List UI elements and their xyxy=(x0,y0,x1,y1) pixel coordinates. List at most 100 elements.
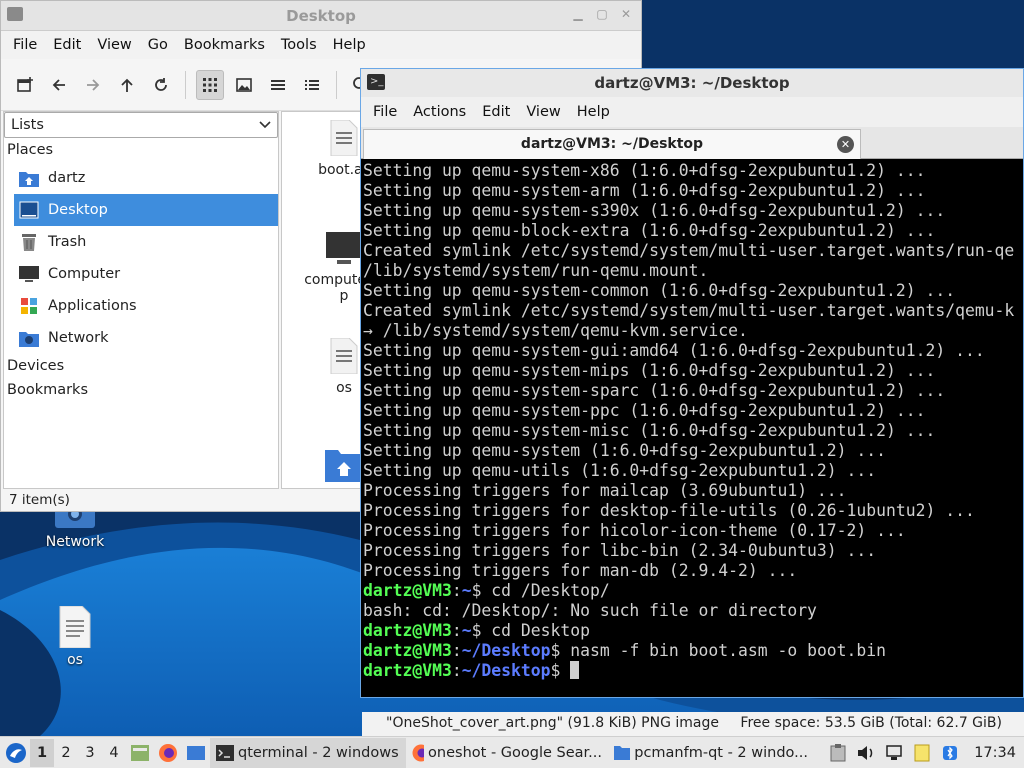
terminal-tab[interactable]: dartz@VM3: ~/Desktop ✕ xyxy=(363,129,861,159)
close-tab-icon[interactable]: ✕ xyxy=(837,136,854,153)
maximize-button[interactable]: ▢ xyxy=(595,7,609,21)
task-pcmanfm[interactable]: pcmanfm-qt - 2 windo... xyxy=(608,738,814,768)
workspace-1[interactable]: 1 xyxy=(30,738,54,767)
terminal-line: Setting up qemu-system-mips (1:6.0+dfsg-… xyxy=(363,361,936,380)
network-icon xyxy=(19,332,39,347)
terminal-line: Setting up qemu-system-sparc (1:6.0+dfsg… xyxy=(363,381,946,400)
sidebar-item-computer[interactable]: Computer xyxy=(4,258,278,290)
terminal-titlebar[interactable]: >_ dartz@VM3: ~/Desktop xyxy=(361,69,1023,97)
forward-button[interactable] xyxy=(79,70,107,100)
start-menu-button[interactable] xyxy=(2,739,30,767)
terminal-output[interactable]: Setting up qemu-system-x86 (1:6.0+dfsg-2… xyxy=(361,161,1023,697)
detail-list-icon xyxy=(305,79,319,90)
task-label: qterminal - 2 windows xyxy=(238,744,399,761)
sidebar-item-dartz[interactable]: dartz xyxy=(4,162,278,194)
sidebar-item-trash[interactable]: Trash xyxy=(4,226,278,258)
desktop-icon-label: os xyxy=(67,652,83,668)
terminal-line: Setting up qemu-system-x86 (1:6.0+dfsg-2… xyxy=(363,161,926,180)
file-manager-titlebar[interactable]: Desktop ▁ ▢ ✕ xyxy=(1,1,641,31)
detail-view-button[interactable] xyxy=(298,70,326,100)
menu-actions[interactable]: Actions xyxy=(405,104,474,120)
home-folder-icon xyxy=(325,450,363,482)
quicklaunch-desktop[interactable] xyxy=(182,739,210,767)
selected-file-info: "OneShot_cover_art.png" (91.8 KiB) PNG i… xyxy=(386,715,719,731)
minimize-button[interactable]: ▁ xyxy=(571,7,585,21)
prompt-command: nasm -f bin boot.asm -o boot.bin xyxy=(560,641,887,660)
menu-edit[interactable]: Edit xyxy=(45,37,89,53)
desktop-icon-label: Network xyxy=(45,534,105,550)
sidebar-item-applications[interactable]: Applications xyxy=(4,290,278,322)
menu-tools[interactable]: Tools xyxy=(273,37,325,53)
volume-icon[interactable] xyxy=(856,743,876,763)
terminal-line: Created symlink /etc/systemd/system/mult… xyxy=(363,301,1015,320)
terminal-line: Setting up qemu-system-ppc (1:6.0+dfsg-2… xyxy=(363,401,926,420)
close-button[interactable]: ✕ xyxy=(619,7,633,21)
quicklaunch-files[interactable] xyxy=(126,739,154,767)
terminal-icon xyxy=(216,744,234,761)
home-folder-icon xyxy=(19,172,39,187)
workspace-4[interactable]: 4 xyxy=(102,739,126,767)
thumbnail-view-button[interactable] xyxy=(230,70,258,100)
menu-view[interactable]: View xyxy=(89,37,139,53)
bluetooth-icon[interactable] xyxy=(940,743,960,763)
prompt-user: dartz@VM3 xyxy=(363,661,452,680)
image-icon xyxy=(236,77,252,92)
menu-help[interactable]: Help xyxy=(569,104,618,120)
show-desktop-icon xyxy=(187,745,205,760)
clock[interactable]: 17:34 xyxy=(974,745,1016,761)
up-button[interactable] xyxy=(113,70,141,100)
new-tab-button[interactable] xyxy=(11,70,39,100)
sidebar-item-label: Computer xyxy=(48,266,121,282)
terminal-line: Setting up qemu-system (1:6.0+dfsg-2expu… xyxy=(363,441,887,460)
reload-button[interactable] xyxy=(147,70,175,100)
chevron-down-icon xyxy=(259,121,271,129)
menu-help[interactable]: Help xyxy=(325,37,374,53)
workspace-2[interactable]: 2 xyxy=(54,739,78,767)
clipboard-icon[interactable] xyxy=(828,743,848,763)
menu-go[interactable]: Go xyxy=(140,37,176,53)
icon-view-button[interactable] xyxy=(196,69,224,100)
file-cabinet-icon xyxy=(131,744,149,761)
places-header[interactable]: Places xyxy=(4,138,278,162)
terminal-line: → /lib/systemd/system/qemu-kvm.service. xyxy=(363,321,748,340)
back-button[interactable] xyxy=(45,70,73,100)
task-qterminal[interactable]: qterminal - 2 windows xyxy=(210,737,406,768)
workspace-3[interactable]: 3 xyxy=(78,739,102,767)
notes-icon[interactable] xyxy=(912,743,932,763)
menu-file[interactable]: File xyxy=(5,37,45,53)
quicklaunch-firefox[interactable] xyxy=(154,739,182,767)
terminal-line: Processing triggers for libc-bin (2.34-0… xyxy=(363,541,877,560)
prompt-path: ~/Desktop xyxy=(461,641,551,660)
sidebar: Lists Places dartz Desktop Trash Compute… xyxy=(3,111,279,489)
terminal-prompt-line: dartz@VM3:~/Desktop$ xyxy=(363,661,1023,681)
menu-file[interactable]: File xyxy=(365,104,405,120)
task-firefox[interactable]: oneshot - Google Sear... xyxy=(406,738,608,768)
tab-title: dartz@VM3: ~/Desktop xyxy=(520,136,704,152)
compact-view-button[interactable] xyxy=(264,70,292,100)
text-file-icon xyxy=(59,606,91,648)
text-file-icon xyxy=(330,120,358,156)
arrow-right-icon xyxy=(87,78,100,91)
terminal-line: Processing triggers for desktop-file-uti… xyxy=(363,501,975,520)
system-tray: 17:34 xyxy=(828,743,1024,763)
terminal-line: bash: cd: /Desktop/: No such file or dir… xyxy=(363,601,817,620)
sidebar-item-desktop[interactable]: Desktop xyxy=(14,194,278,226)
arrow-left-icon xyxy=(52,78,65,91)
terminal-line: Setting up qemu-system-misc (1:6.0+dfsg-… xyxy=(363,421,936,440)
applications-icon xyxy=(21,298,37,314)
menu-view[interactable]: View xyxy=(518,104,568,120)
sidebar-item-network[interactable]: Network xyxy=(4,322,278,354)
devices-header[interactable]: Devices xyxy=(4,354,278,378)
menu-bookmarks[interactable]: Bookmarks xyxy=(176,37,273,53)
desktop-icon-os[interactable]: os xyxy=(30,606,120,668)
network-status-icon[interactable] xyxy=(884,743,904,763)
prompt-command: cd /Desktop/ xyxy=(481,581,610,600)
computer-icon xyxy=(326,232,362,264)
free-space-info: Free space: 53.5 GiB (Total: 62.7 GiB) xyxy=(740,715,1002,731)
taskbar: 1 2 3 4 qterminal - 2 windows oneshot - … xyxy=(0,736,1024,768)
terminal-line: Created symlink /etc/systemd/system/mult… xyxy=(363,241,1015,260)
bookmarks-header[interactable]: Bookmarks xyxy=(4,378,278,402)
sidebar-mode-select[interactable]: Lists xyxy=(4,112,278,138)
menu-edit[interactable]: Edit xyxy=(474,104,518,120)
terminal-prompt-line: dartz@VM3:~/Desktop$ nasm -f bin boot.as… xyxy=(363,641,887,660)
